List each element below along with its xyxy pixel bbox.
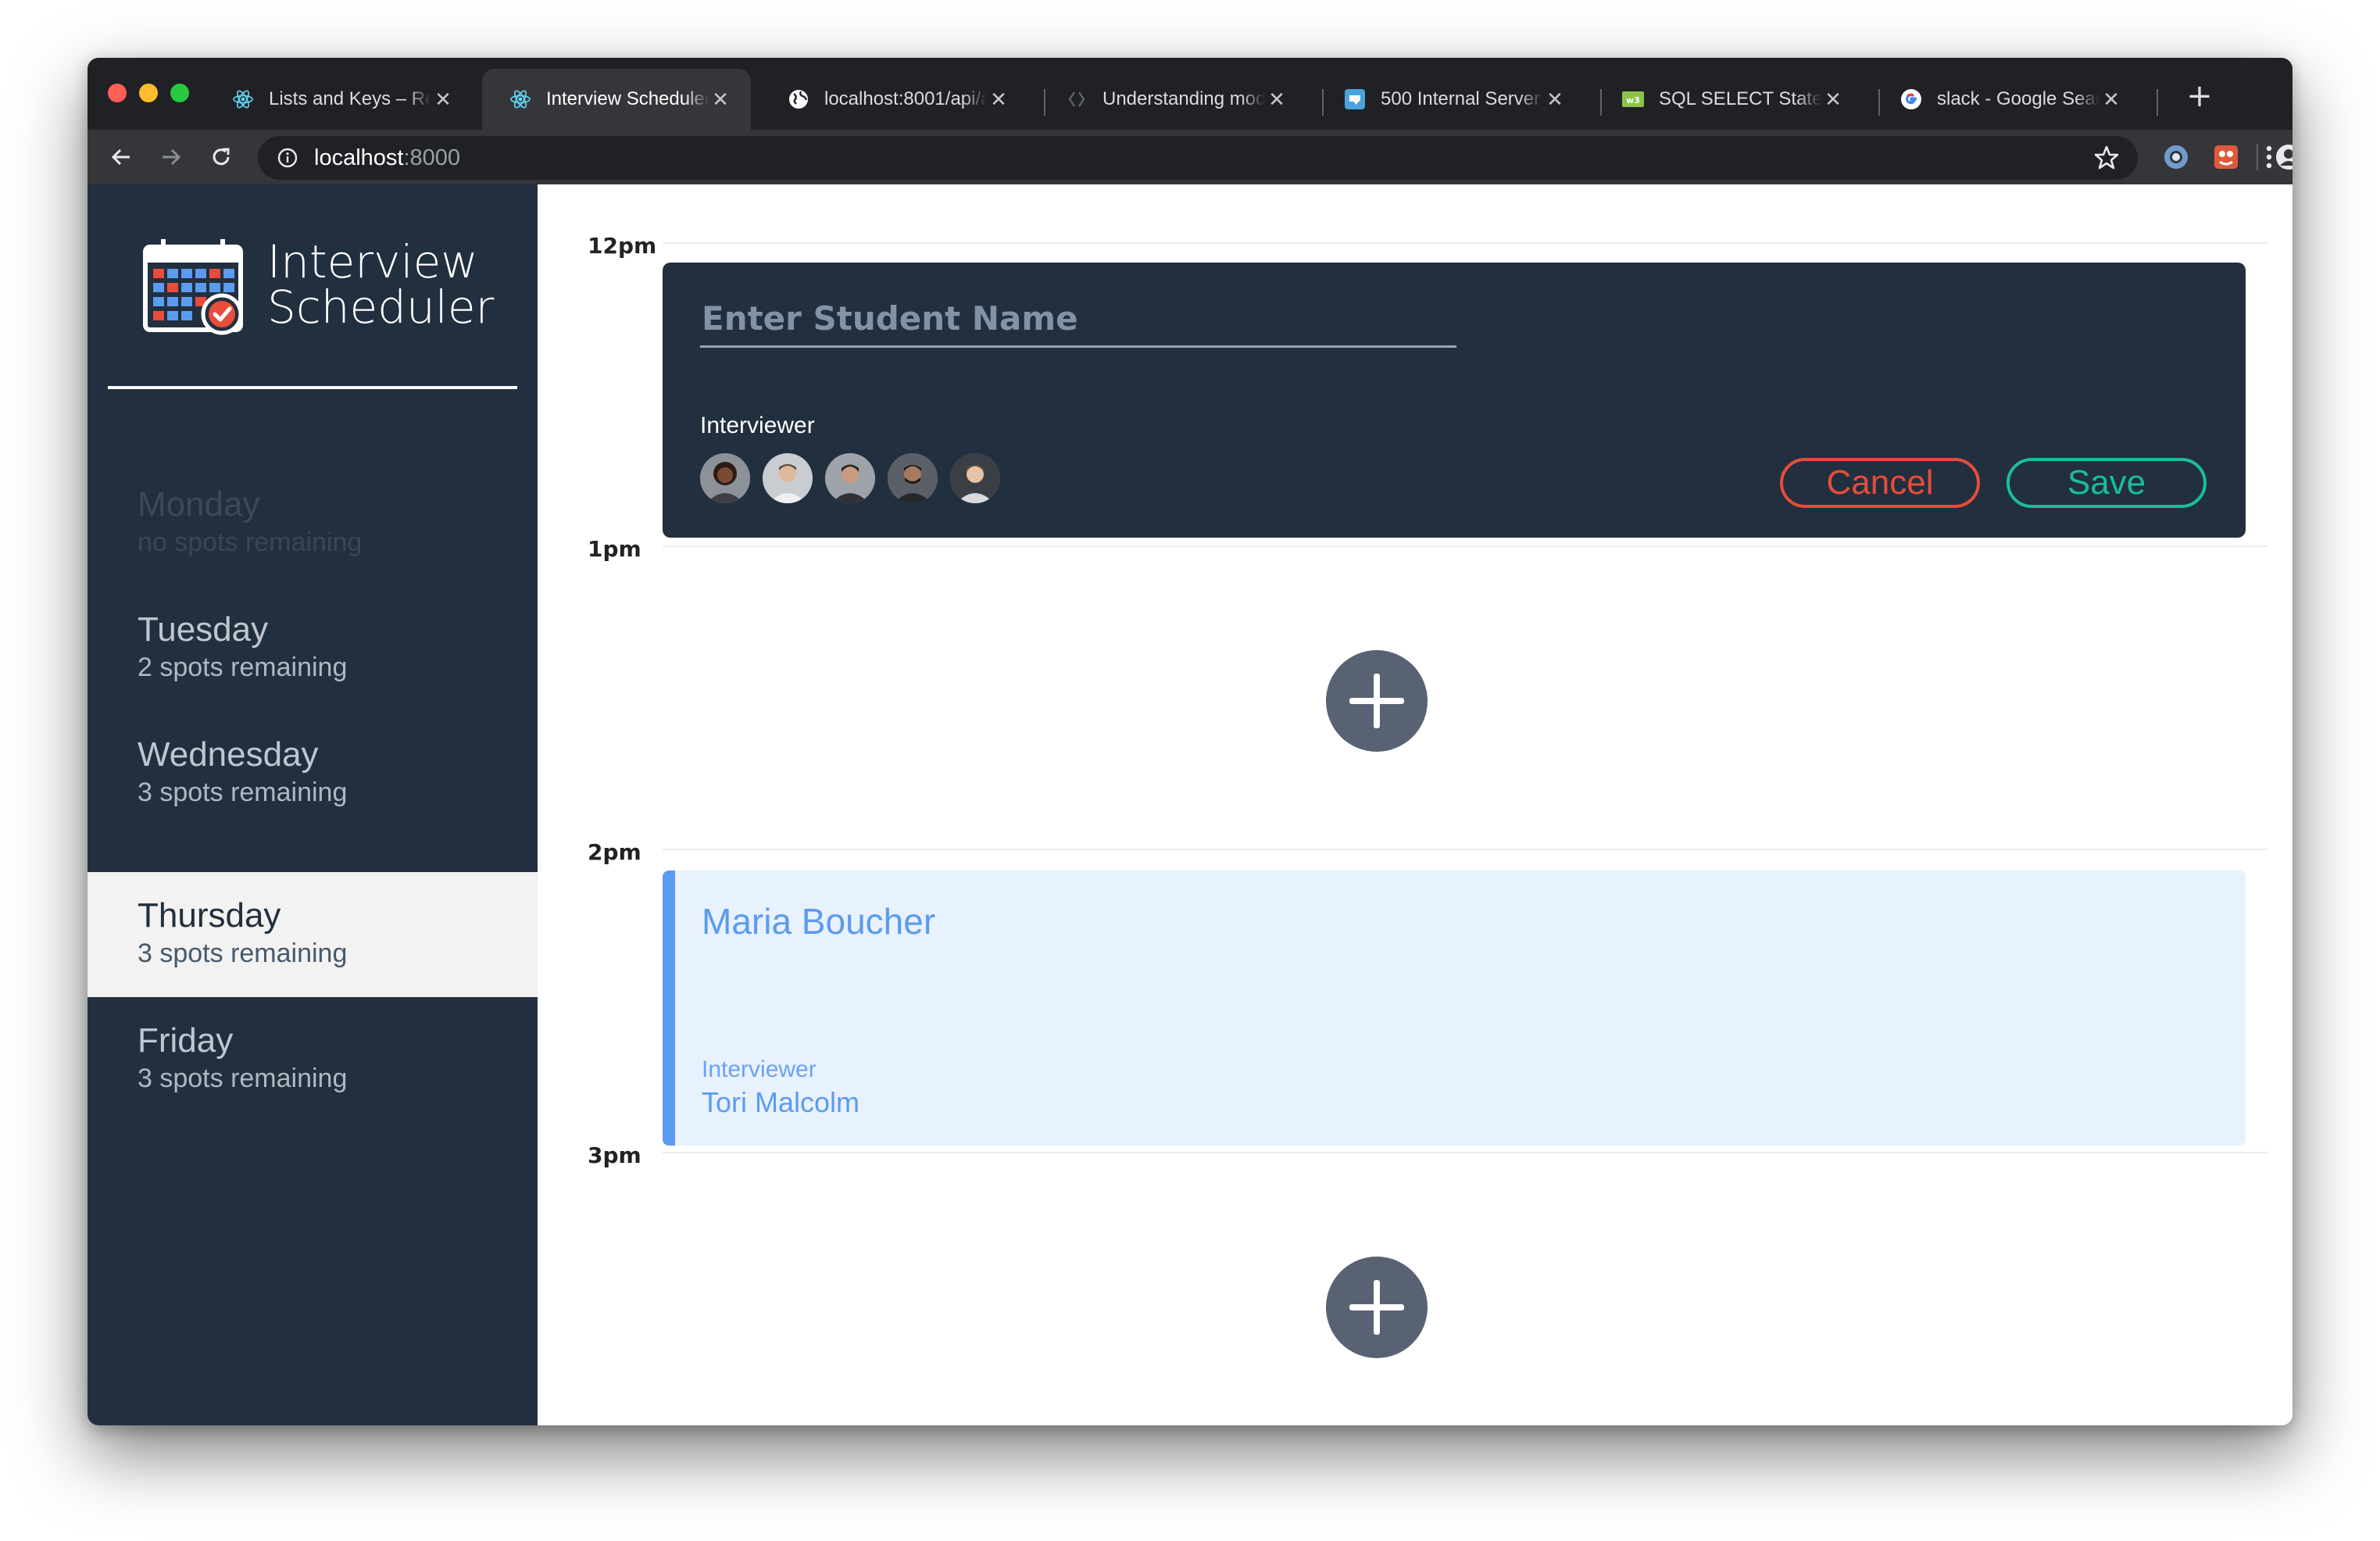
- save-button[interactable]: Save: [2007, 458, 2207, 508]
- sql-icon: w3: [1621, 88, 1645, 111]
- browser-tab[interactable]: w3 SQL SELECT Statement ✕: [1595, 69, 1864, 130]
- day-list-item-tuesday[interactable]: Tuesday 2 spots remaining: [88, 586, 538, 711]
- maximize-window-button[interactable]: [170, 84, 189, 102]
- tab-title: Understanding modules: [1102, 88, 1265, 109]
- day-spots: 3 spots remaining: [138, 1064, 348, 1093]
- tab-title: Lists and Keys – React: [269, 88, 431, 109]
- hour-label: 12pm: [588, 233, 657, 259]
- forward-arrow-icon[interactable]: [153, 139, 189, 175]
- day-list-item-monday[interactable]: Monday no spots remaining: [88, 461, 538, 586]
- student-name-input[interactable]: [700, 291, 1456, 348]
- schedule: 12pm 1pm 2pm 3pm Interviewer: [538, 184, 2292, 1425]
- tab-title: 500 Internal Server Error: [1381, 88, 1543, 109]
- info-icon[interactable]: [273, 144, 302, 172]
- sidebar: Interview Scheduler Monday no spots rema…: [88, 184, 538, 1425]
- tab-title: SQL SELECT Statement: [1659, 88, 1821, 109]
- google-icon: [1899, 88, 1923, 111]
- hour-divider: [663, 242, 2267, 244]
- browser-window: Lists and Keys – React ✕ Interview Sched…: [88, 58, 2292, 1425]
- day-name: Friday: [138, 1021, 234, 1060]
- reload-icon[interactable]: [203, 139, 239, 175]
- logo-line-2: Scheduler: [267, 281, 495, 334]
- hour-divider: [663, 1152, 2267, 1153]
- day-list-item-friday[interactable]: Friday 3 spots remaining: [88, 997, 538, 1122]
- url-port: :8000: [403, 145, 461, 170]
- logo-line-1: Interview: [267, 235, 478, 288]
- close-icon[interactable]: ✕: [1265, 88, 1288, 112]
- minimize-window-button[interactable]: [139, 84, 158, 102]
- day-spots: 3 spots remaining: [138, 778, 348, 807]
- react-icon: [231, 88, 255, 111]
- day-spots: no spots remaining: [138, 527, 363, 557]
- close-icon[interactable]: ✕: [987, 88, 1010, 112]
- browser-tab-active[interactable]: Interview Scheduler ✕: [482, 69, 751, 130]
- browser-tab[interactable]: 500 Internal Server Error ✕: [1317, 69, 1585, 130]
- interviewer-avatar[interactable]: [950, 453, 1000, 503]
- tab-separator: [2157, 89, 2158, 116]
- extension-icon[interactable]: [2210, 141, 2242, 173]
- interviewer-avatar[interactable]: [763, 453, 813, 503]
- url-host: localhost: [314, 145, 404, 170]
- interviewer-avatar[interactable]: [825, 453, 875, 503]
- browser-tab[interactable]: localhost:8001/api/appointments ✕: [760, 69, 1029, 130]
- day-spots: 2 spots remaining: [138, 653, 348, 682]
- interviewer-list: [700, 453, 1013, 503]
- link-icon: [1065, 88, 1088, 111]
- appointment-interviewer-name: Tori Malcolm: [702, 1086, 860, 1118]
- cancel-button[interactable]: Cancel: [1780, 458, 1980, 508]
- close-window-button[interactable]: [108, 84, 127, 102]
- close-icon[interactable]: ✕: [1543, 88, 1567, 112]
- bookmark-star-icon[interactable]: [2092, 144, 2121, 172]
- extension-icon[interactable]: [2160, 141, 2192, 173]
- hour-label: 1pm: [588, 536, 641, 562]
- address-bar[interactable]: localhost:8000: [258, 136, 2138, 180]
- day-list-item-thursday[interactable]: Thursday 3 spots remaining: [88, 872, 538, 997]
- globe-icon: [787, 88, 810, 111]
- day-list-item-wednesday[interactable]: Wednesday 3 spots remaining: [88, 711, 538, 836]
- day-name: Thursday: [138, 896, 281, 935]
- hour-divider: [663, 849, 2267, 850]
- add-appointment-button[interactable]: [1326, 650, 1428, 752]
- interviewer-avatar[interactable]: [888, 453, 938, 503]
- hour-divider: [663, 545, 2267, 547]
- calendar-logo-icon: [141, 239, 250, 339]
- url-text: localhost:8000: [314, 145, 460, 171]
- hour-label: 3pm: [588, 1142, 641, 1168]
- appointment-card: Maria Boucher Interviewer Tori Malcolm: [663, 871, 2246, 1146]
- interviewer-list-label: Interviewer: [700, 413, 815, 438]
- browser-tab[interactable]: Understanding modules ✕: [1038, 69, 1307, 130]
- app-logo-title: Interview Scheduler: [267, 239, 494, 330]
- tab-title: localhost:8001/api/appointments: [824, 88, 987, 109]
- more-menu-icon[interactable]: [2253, 141, 2285, 173]
- back-arrow-icon[interactable]: [103, 139, 139, 175]
- sidebar-divider: [108, 386, 517, 389]
- appointment-student-name: Maria Boucher: [702, 901, 936, 942]
- day-spots: 3 spots remaining: [138, 939, 348, 968]
- browser-toolbar: localhost:8000: [88, 130, 2292, 184]
- appointment-form: Interviewer: [663, 263, 2246, 538]
- add-appointment-button[interactable]: [1326, 1257, 1428, 1358]
- react-icon: [509, 88, 532, 111]
- day-name: Wednesday: [138, 735, 319, 774]
- close-icon[interactable]: ✕: [2099, 88, 2123, 112]
- appointment-interviewer-label: Interviewer: [702, 1057, 817, 1082]
- tab-title: slack - Google Search: [1937, 88, 2099, 109]
- hour-label: 2pm: [588, 839, 641, 865]
- interviewer-avatar[interactable]: [700, 453, 750, 503]
- browser-tab[interactable]: slack - Google Search ✕: [1873, 69, 2142, 130]
- svg-text:w3: w3: [1626, 95, 1640, 105]
- bug-icon: [1343, 88, 1367, 111]
- tab-strip: Lists and Keys – React ✕ Interview Sched…: [88, 58, 2292, 130]
- tab-title: Interview Scheduler: [546, 88, 709, 109]
- day-name: Tuesday: [138, 610, 269, 649]
- close-icon[interactable]: ✕: [431, 88, 455, 112]
- close-icon[interactable]: ✕: [1821, 88, 1845, 112]
- day-name: Monday: [138, 485, 260, 524]
- new-tab-button[interactable]: +: [2182, 78, 2217, 114]
- browser-tab[interactable]: Lists and Keys – React ✕: [205, 69, 473, 130]
- close-icon[interactable]: ✕: [709, 88, 732, 112]
- app: Interview Scheduler Monday no spots rema…: [88, 184, 2292, 1425]
